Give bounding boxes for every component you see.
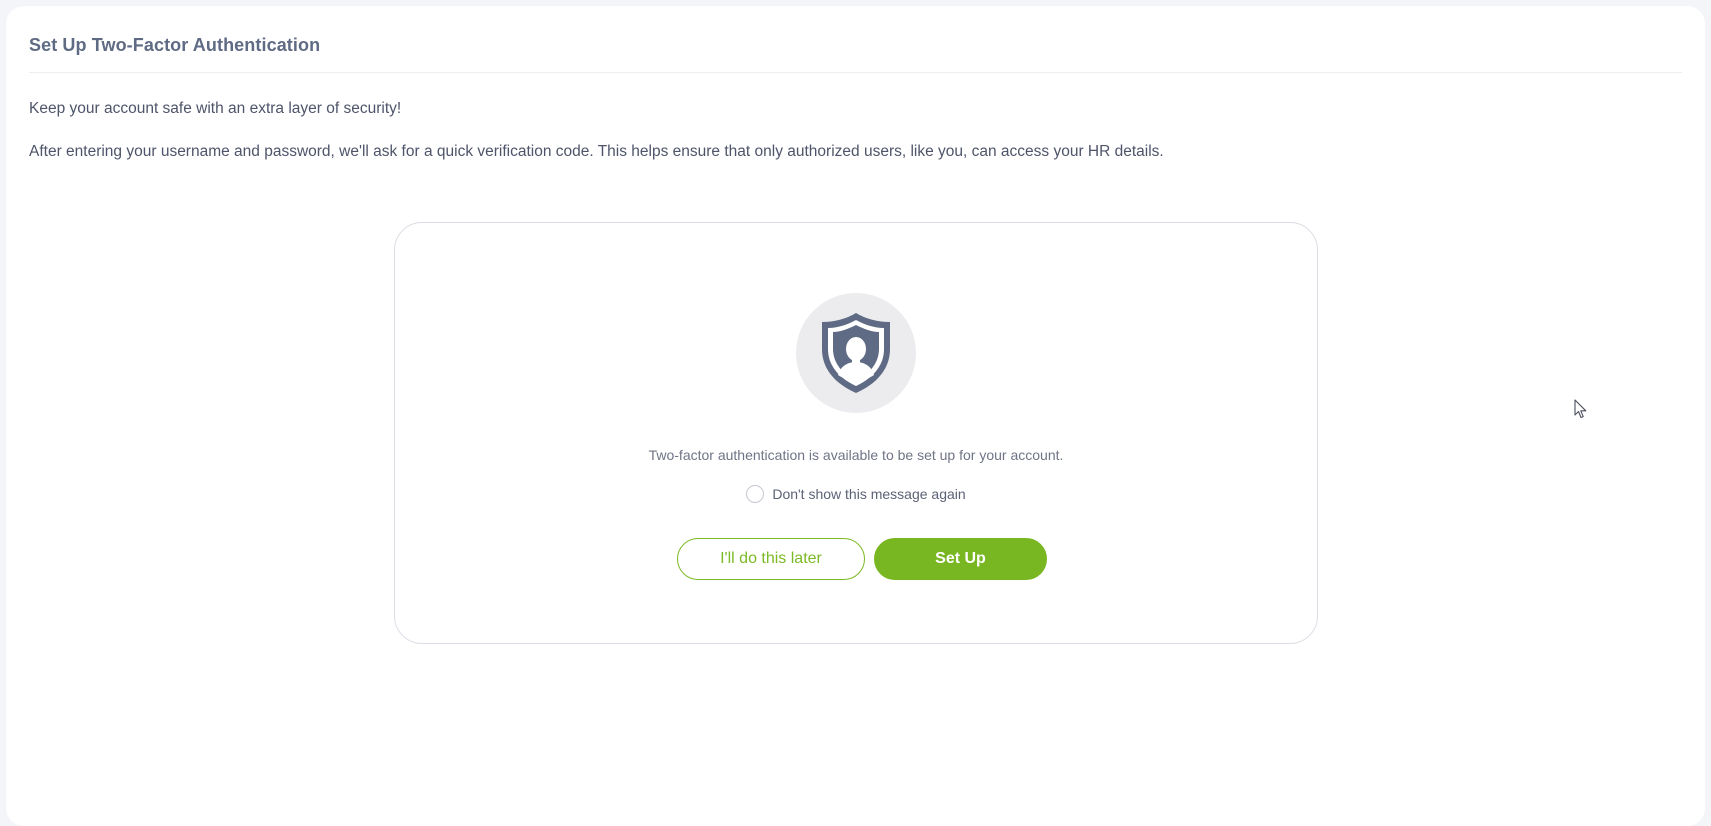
set-up-button[interactable]: Set Up — [874, 538, 1047, 580]
dont-show-again-row: Don't show this message again — [395, 485, 1317, 503]
title-divider — [29, 72, 1682, 73]
do-this-later-button[interactable]: I'll do this later — [677, 538, 865, 580]
shield-icon-circle — [796, 293, 916, 413]
page-card: Set Up Two-Factor Authentication Keep yo… — [6, 6, 1705, 826]
page-title: Set Up Two-Factor Authentication — [29, 35, 321, 55]
dont-show-again-checkbox[interactable] — [746, 485, 765, 503]
two-factor-setup-card: Two-factor authentication is available t… — [394, 222, 1318, 644]
dont-show-again-label[interactable]: Don't show this message again — [772, 486, 965, 502]
intro-line-1: Keep your account safe with an extra lay… — [29, 100, 402, 117]
status-message: Two-factor authentication is available t… — [648, 447, 1064, 463]
intro-line-2: After entering your username and passwor… — [29, 143, 1164, 160]
shield-user-icon — [822, 313, 890, 393]
mouse-cursor-icon — [1574, 399, 1587, 419]
